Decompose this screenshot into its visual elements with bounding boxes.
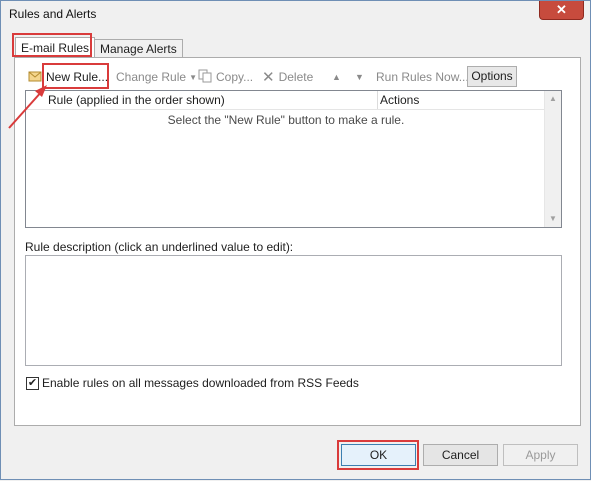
- copy-icon: [198, 69, 212, 86]
- apply-button[interactable]: Apply: [503, 444, 578, 466]
- options-label: Options: [471, 69, 513, 83]
- copy-label: Copy...: [216, 70, 254, 84]
- tab-label: Manage Alerts: [100, 42, 177, 56]
- highlight-box-ok: [337, 440, 419, 470]
- scroll-up-icon[interactable]: ▲: [545, 91, 561, 107]
- window-title: Rules and Alerts: [9, 7, 97, 21]
- close-icon: ✕: [556, 2, 567, 17]
- cancel-label: Cancel: [441, 448, 480, 462]
- close-button[interactable]: ✕: [539, 1, 584, 20]
- column-actions[interactable]: Actions: [380, 93, 419, 107]
- run-rules-now-button[interactable]: Run Rules Now...: [376, 68, 469, 86]
- change-rule-button[interactable]: Change Rule ▼: [116, 68, 197, 86]
- column-rule[interactable]: Rule (applied in the order shown): [48, 93, 225, 107]
- rule-description-box[interactable]: [25, 255, 562, 366]
- cancel-button[interactable]: Cancel: [423, 444, 498, 466]
- delete-icon: ✕: [262, 69, 275, 86]
- move-down-button[interactable]: ▼: [355, 68, 364, 86]
- empty-list-message: Select the "New Rule" button to make a r…: [167, 113, 405, 127]
- run-rules-now-label: Run Rules Now...: [376, 70, 469, 84]
- new-rule-icon: [28, 69, 42, 86]
- tab-manage-alerts[interactable]: Manage Alerts: [94, 39, 183, 57]
- change-rule-label: Change Rule: [116, 70, 187, 84]
- checkmark-icon: ✔: [27, 377, 38, 389]
- apply-label: Apply: [525, 448, 556, 462]
- rules-and-alerts-dialog: Rules and Alerts ✕ E-mail Rules Manage A…: [0, 0, 591, 480]
- delete-button[interactable]: ✕ Delete: [262, 68, 313, 86]
- highlight-box-new-rule: [42, 63, 109, 89]
- move-down-icon: ▼: [355, 72, 364, 82]
- options-button[interactable]: Options: [467, 66, 517, 87]
- chevron-down-icon: ▼: [189, 72, 197, 82]
- title-bar: Rules and Alerts ✕: [1, 1, 590, 28]
- scroll-down-icon[interactable]: ▼: [545, 211, 561, 227]
- rule-description-label: Rule description (click an underlined va…: [25, 240, 294, 254]
- rules-list-header: Rule (applied in the order shown) Action…: [26, 91, 546, 110]
- column-divider: [377, 91, 378, 109]
- rss-rules-checkbox[interactable]: ✔: [26, 377, 39, 390]
- move-up-button[interactable]: ▲: [332, 68, 341, 86]
- copy-button[interactable]: Copy...: [198, 68, 253, 86]
- rules-list[interactable]: Rule (applied in the order shown) Action…: [25, 90, 562, 228]
- move-up-icon: ▲: [332, 72, 341, 82]
- rules-list-scrollbar[interactable]: ▲ ▼: [544, 91, 561, 227]
- highlight-box-tab: [12, 33, 92, 57]
- rss-rules-label[interactable]: Enable rules on all messages downloaded …: [42, 376, 359, 390]
- delete-label: Delete: [278, 70, 314, 84]
